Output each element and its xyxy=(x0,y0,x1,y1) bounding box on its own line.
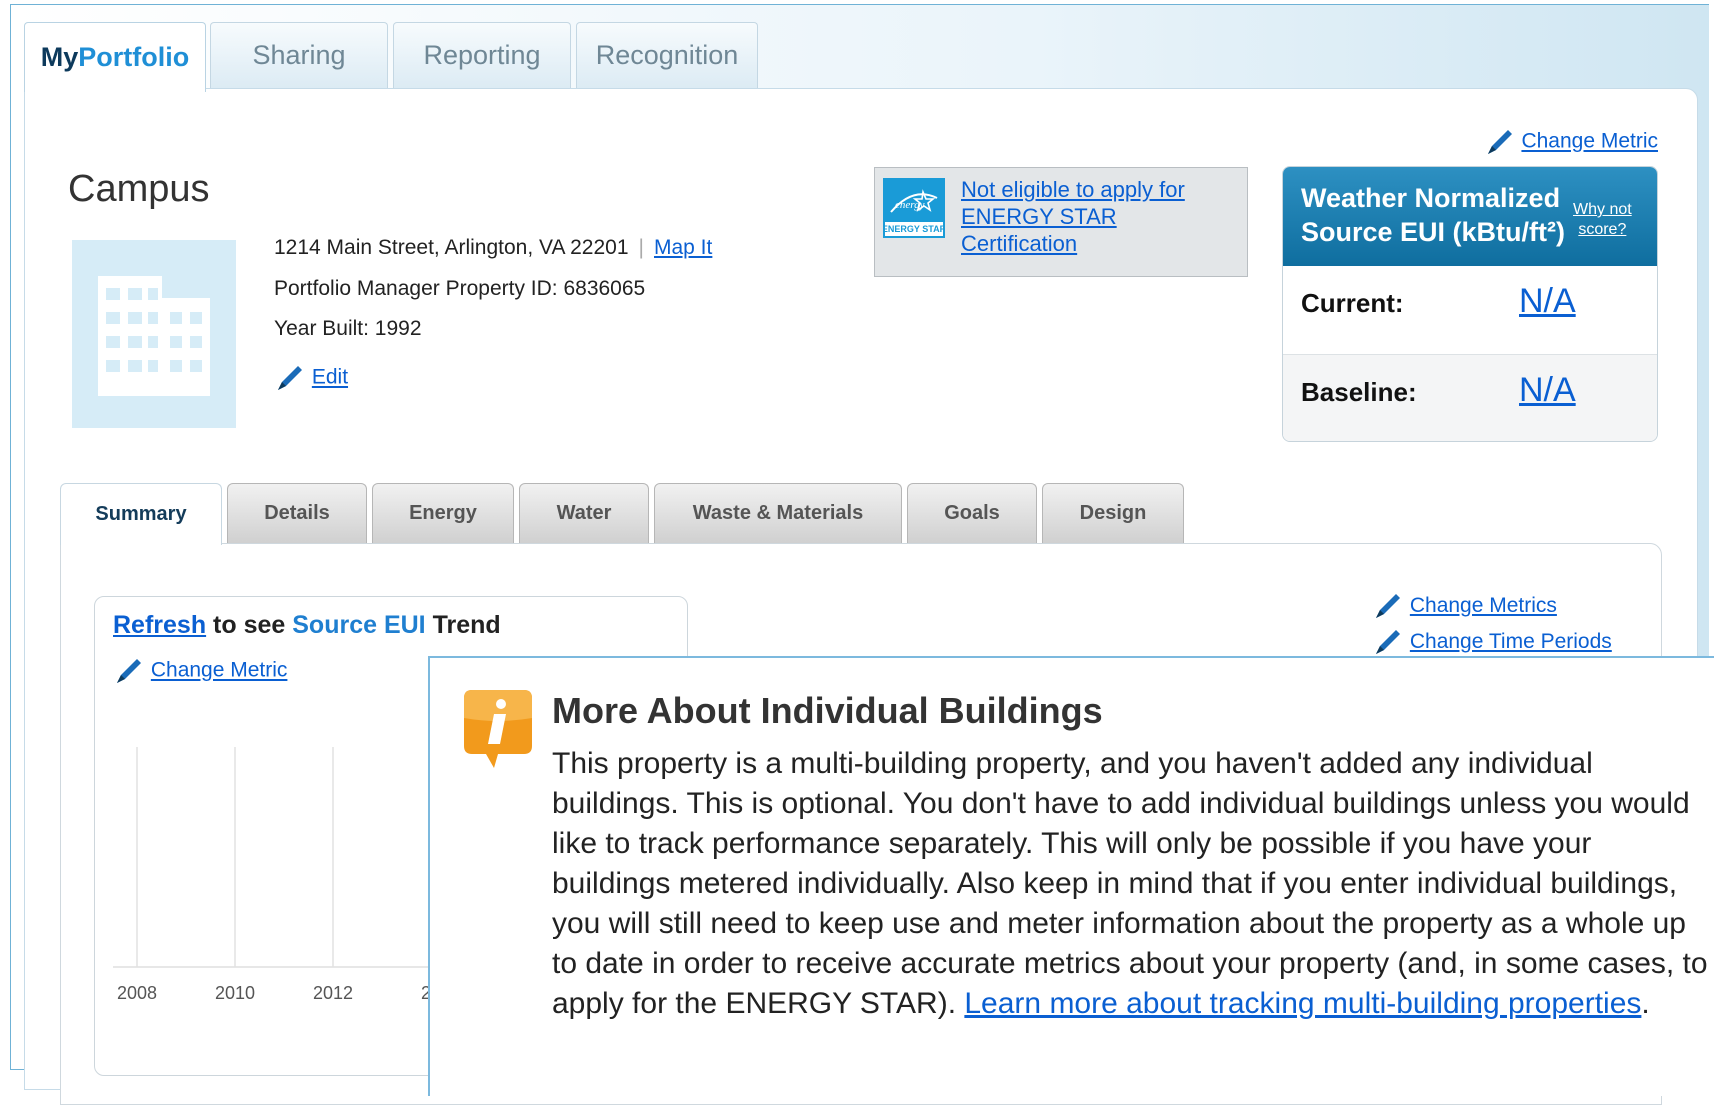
pencil-icon xyxy=(113,655,145,687)
popup-body: This property is a multi-building proper… xyxy=(552,744,1712,1024)
chart-change-metric-link[interactable]: Change Metric xyxy=(151,659,288,682)
not-eligible-line-2[interactable]: ENERGY STAR xyxy=(961,204,1117,229)
energy-star-box: energy ENERGY STAR Not eligible to apply… xyxy=(874,167,1248,277)
tab-goals[interactable]: Goals xyxy=(907,483,1037,543)
why-line-2: score? xyxy=(1578,221,1627,238)
not-eligible-link-group[interactable]: Not eligible to apply for ENERGY STAR Ce… xyxy=(961,176,1185,257)
tab-summary[interactable]: Summary xyxy=(60,483,222,545)
info-icon xyxy=(464,690,532,768)
tab-recognition[interactable]: Recognition xyxy=(576,22,758,88)
svg-text:energy: energy xyxy=(895,199,925,211)
weather-normalized-header: Weather Normalized Source EUI (kBtu/ft²)… xyxy=(1283,167,1657,266)
why-line-1: Why not xyxy=(1573,201,1632,218)
info-popup: More About Individual Buildings This pro… xyxy=(428,656,1714,1096)
address-line: 1214 Main Street, Arlington, VA 22201 | Ma… xyxy=(274,236,712,260)
trend-metric: Source EUI xyxy=(292,611,426,639)
not-eligible-line-1[interactable]: Not eligible to apply for xyxy=(961,177,1185,202)
map-it-link[interactable]: Map It xyxy=(654,236,712,259)
baseline-value-link[interactable]: N/A xyxy=(1519,371,1576,410)
tab-energy[interactable]: Energy xyxy=(372,483,514,543)
tab-reporting[interactable]: Reporting xyxy=(393,22,571,88)
tab-waste-materials[interactable]: Waste & Materials xyxy=(654,483,902,543)
x-tick-label: 2010 xyxy=(215,983,255,1003)
x-tick-label: 2012 xyxy=(313,983,353,1003)
chart-change-metric: Change Metric xyxy=(113,655,287,687)
learn-more-link[interactable]: Learn more about tracking multi-building… xyxy=(964,987,1641,1020)
popup-body-text: This property is a multi-building proper… xyxy=(552,747,1708,1020)
building-thumbnail xyxy=(72,240,236,428)
trend-title: Refresh to see Source EUI Trend xyxy=(113,611,501,640)
trend-to-see: to see xyxy=(206,611,293,639)
weather-normalized-card: Weather Normalized Source EUI (kBtu/ft²)… xyxy=(1282,166,1658,442)
change-time-periods-row: Change Time Periods xyxy=(1372,624,1612,660)
property-id: Portfolio Manager Property ID: 6836065 xyxy=(274,277,646,300)
edit-link[interactable]: Edit xyxy=(312,366,348,389)
pencil-icon xyxy=(1484,126,1516,158)
edit-row: Edit xyxy=(274,362,348,394)
pencil-icon xyxy=(1372,590,1404,622)
address-text: 1214 Main Street, Arlington, VA 22201 xyxy=(274,236,629,259)
tab-sharing[interactable]: Sharing xyxy=(210,22,388,88)
baseline-row: Baseline: N/A xyxy=(1283,354,1657,441)
title-line-2: Source EUI (kBtu/ft²) xyxy=(1301,217,1566,247)
trend-word: Trend xyxy=(425,611,501,639)
current-label: Current: xyxy=(1301,288,1404,318)
metrics-links: Change Metrics Change Time Periods xyxy=(1372,588,1612,660)
change-time-periods-link[interactable]: Change Time Periods xyxy=(1410,630,1612,653)
tab-water[interactable]: Water xyxy=(519,483,649,543)
x-tick-label: 2008 xyxy=(117,983,157,1003)
not-eligible-line-3[interactable]: Certification xyxy=(961,231,1077,256)
change-metrics-row: Change Metrics xyxy=(1372,588,1612,624)
building-icon xyxy=(98,276,210,396)
why-not-score-link[interactable]: Why not score? xyxy=(1573,200,1632,240)
current-value-link[interactable]: N/A xyxy=(1519,282,1576,321)
change-metrics-link[interactable]: Change Metrics xyxy=(1410,594,1557,617)
popup-title: More About Individual Buildings xyxy=(552,690,1103,731)
change-metric-top: Change Metric xyxy=(1484,126,1658,158)
pencil-icon xyxy=(274,362,306,394)
separator: | xyxy=(638,236,644,259)
refresh-link[interactable]: Refresh xyxy=(113,611,206,639)
property-name: Campus xyxy=(68,168,210,210)
energy-star-logo-icon: energy ENERGY STAR xyxy=(882,178,947,238)
tab-design[interactable]: Design xyxy=(1042,483,1184,543)
tab-details[interactable]: Details xyxy=(227,483,367,543)
tab-my-label: My xyxy=(40,42,79,72)
title-line-1: Weather Normalized xyxy=(1301,183,1561,213)
current-row: Current: N/A xyxy=(1283,266,1657,354)
year-built: Year Built: 1992 xyxy=(274,317,422,340)
tab-portfolio-label: Portfolio xyxy=(78,42,190,72)
baseline-label: Baseline: xyxy=(1301,377,1417,407)
popup-body-end: . xyxy=(1641,987,1650,1020)
energy-star-logo-text: ENERGY STAR xyxy=(883,224,945,234)
tab-myportfolio[interactable]: My Portfolio xyxy=(24,22,206,92)
weather-normalized-title: Weather Normalized Source EUI (kBtu/ft²) xyxy=(1301,181,1565,249)
pencil-icon xyxy=(1372,626,1404,658)
change-metric-link[interactable]: Change Metric xyxy=(1521,130,1658,153)
